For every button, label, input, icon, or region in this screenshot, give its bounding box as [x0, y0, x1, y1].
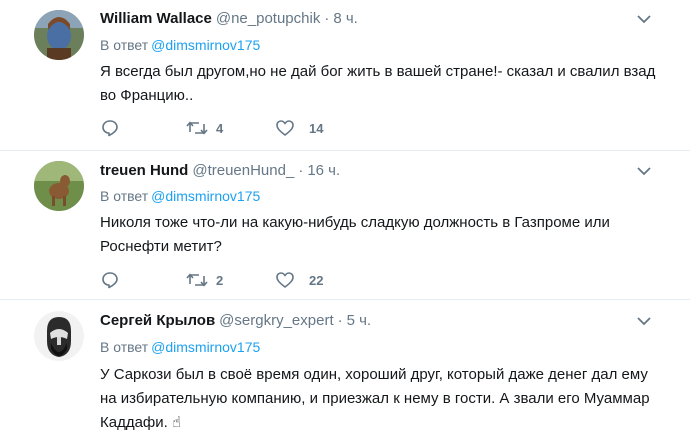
tweet-time[interactable]: 5 ч.	[347, 312, 372, 329]
tweet-actions: 2 22	[100, 269, 400, 291]
reply-button[interactable]	[100, 117, 120, 139]
tweet-3[interactable]: Сергей Крылов @sergkry_expert · 5 ч. В отве…	[0, 300, 690, 439]
author-handle[interactable]: @ne_potupchik	[216, 10, 320, 27]
retweet-icon	[186, 273, 208, 287]
separator-dot: ·	[324, 10, 330, 27]
tweet-header: Сергей Крылов @sergkry_expert · 5 ч.	[100, 311, 371, 331]
reply-mention[interactable]: @dimsmirnov175	[151, 339, 260, 355]
like-button[interactable]: 14	[275, 117, 323, 139]
like-count: 14	[309, 120, 324, 136]
avatar-image	[34, 311, 84, 361]
reply-context: В ответ @dimsmirnov175	[100, 187, 260, 205]
reply-mention[interactable]: @dimsmirnov175	[151, 37, 260, 53]
tweet-2[interactable]: treuen Hund @treuenHund_ · 16 ч. В ответ @di…	[0, 151, 690, 299]
retweet-icon	[186, 121, 208, 135]
like-count: 22	[309, 272, 324, 288]
reply-prefix: В ответ	[100, 188, 149, 204]
reply-prefix: В ответ	[100, 37, 149, 53]
tweet-actions: 4 14	[100, 117, 400, 139]
tweet-1[interactable]: William Wallace @ne_potupchik · 8 ч. В отве…	[0, 0, 690, 150]
avatar[interactable]	[34, 10, 84, 60]
tweet-time[interactable]: 16 ч.	[307, 162, 340, 179]
tweet-time[interactable]: 8 ч.	[333, 10, 358, 27]
heart-icon	[276, 272, 294, 288]
tweet-header: William Wallace @ne_potupchik · 8 ч.	[100, 9, 358, 29]
retweet-count: 2	[216, 272, 224, 288]
tweet-header: treuen Hund @treuenHund_ · 16 ч.	[100, 161, 340, 181]
like-button[interactable]: 22	[275, 269, 323, 291]
reply-prefix: В ответ	[100, 339, 149, 355]
avatar-image	[34, 10, 84, 60]
tweet-text: Я всегда был другом,но не дай бог жить в…	[100, 63, 656, 104]
author-name[interactable]: Сергей Крылов	[100, 312, 215, 329]
separator-dot: ·	[298, 162, 304, 179]
author-name[interactable]: treuen Hund	[100, 162, 188, 179]
avatar-image	[34, 161, 84, 211]
reply-context: В ответ @dimsmirnov175	[100, 338, 260, 356]
tweet-text: У Саркози был в своё время один, хороший…	[100, 366, 650, 431]
separator-dot: ·	[337, 312, 343, 329]
tweet-text: Николя тоже что-ли на какую-нибудь сладк…	[100, 214, 610, 255]
author-handle[interactable]: @treuenHund_	[192, 162, 294, 179]
chevron-down-icon[interactable]	[636, 13, 652, 25]
reply-icon	[102, 120, 118, 137]
reply-context: В ответ @dimsmirnov175	[100, 36, 260, 54]
chevron-down-icon[interactable]	[636, 315, 652, 327]
author-name[interactable]: William Wallace	[100, 10, 212, 27]
avatar[interactable]	[34, 311, 84, 361]
author-handle[interactable]: @sergkry_expert	[219, 312, 333, 329]
reply-button[interactable]	[100, 269, 120, 291]
chevron-down-icon[interactable]	[636, 165, 652, 177]
retweet-button[interactable]: 4	[186, 117, 223, 139]
reply-icon	[102, 272, 118, 289]
retweet-button[interactable]: 2	[186, 269, 223, 291]
retweet-count: 4	[216, 120, 224, 136]
reply-mention[interactable]: @dimsmirnov175	[151, 188, 260, 204]
heart-icon	[276, 120, 294, 136]
avatar[interactable]	[34, 161, 84, 211]
